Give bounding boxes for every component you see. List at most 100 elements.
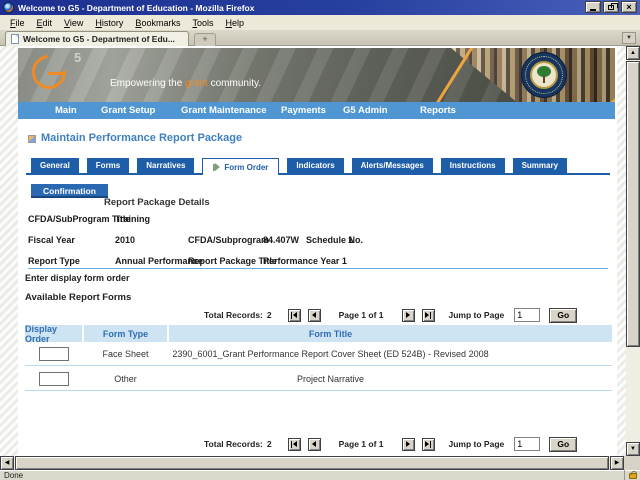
- menu-view[interactable]: View: [58, 17, 89, 29]
- next-page-button[interactable]: [401, 308, 415, 322]
- pagination-bottom: Total Records: 2 Page 1 of 1 Jump to Pag…: [204, 436, 578, 452]
- minimize-button[interactable]: [585, 1, 601, 13]
- nav-g5-admin[interactable]: G5 Admin: [343, 105, 388, 116]
- fiscal-year-label: Fiscal Year: [28, 235, 75, 245]
- browser-viewport: 5 Empowering the grant community. Main G…: [0, 46, 640, 456]
- browser-tab[interactable]: Welcome to G5 - Department of Edu...: [5, 31, 189, 46]
- menu-edit[interactable]: Edit: [31, 17, 59, 29]
- firefox-icon: [3, 2, 14, 13]
- cfda-subprogram-value: 84.407W: [263, 235, 300, 245]
- status-text: Done: [4, 471, 24, 480]
- last-page-button[interactable]: [421, 308, 435, 322]
- nav-grant-setup[interactable]: Grant Setup: [101, 105, 155, 116]
- tab-form-order-label: Form Order: [224, 162, 269, 172]
- tab-confirmation[interactable]: Confirmation: [31, 184, 108, 198]
- display-order-input[interactable]: [38, 347, 69, 361]
- tab-list-dropdown[interactable]: ▼: [622, 32, 636, 44]
- prev-page-button[interactable]: [307, 437, 321, 451]
- go-button[interactable]: Go: [549, 307, 578, 323]
- vertical-scrollbar[interactable]: ▲ ▼: [626, 46, 640, 456]
- close-icon: ×: [626, 2, 632, 12]
- scroll-right-button[interactable]: ▶: [610, 456, 624, 470]
- form-title-cell: 2390_6001_Grant Performance Report Cover…: [172, 349, 489, 359]
- next-page-button[interactable]: [401, 437, 415, 451]
- tab-general[interactable]: General: [31, 158, 79, 173]
- scroll-down-button[interactable]: ▼: [626, 442, 640, 456]
- list-title: Available Report Forms: [25, 292, 132, 303]
- schedule-no-value: 1: [348, 235, 354, 245]
- total-records-value: 2: [266, 310, 272, 320]
- form-title-cell: Project Narrative: [296, 374, 365, 384]
- browser-window: Welcome to G5 - Department of Education …: [0, 0, 640, 480]
- total-records-value: 2: [266, 439, 272, 449]
- nav-payments[interactable]: Payments: [281, 105, 326, 116]
- form-type-cell: Other: [114, 374, 137, 384]
- new-tab-button[interactable]: +: [194, 33, 216, 46]
- jump-to-page-label: Jump to Page: [448, 439, 505, 449]
- page-indicator: Page 1 of 1: [338, 310, 384, 320]
- main-nav: Main Grant Setup Grant Maintenance Payme…: [18, 102, 615, 119]
- window-controls: ×: [585, 1, 637, 13]
- cfda-subprogram-label: CFDA/Subprogram: [188, 235, 269, 245]
- report-type-label: Report Type: [28, 256, 80, 266]
- display-order-input[interactable]: [38, 372, 69, 386]
- tagline-prefix: Empowering the: [110, 78, 183, 89]
- tabs-underline: [26, 173, 610, 175]
- form-type-cell: Face Sheet: [102, 349, 149, 359]
- restore-icon: [608, 3, 618, 10]
- menu-history[interactable]: History: [89, 17, 129, 29]
- jump-to-page-input[interactable]: [514, 437, 541, 451]
- cfda-subprogram-title-value: Training: [115, 214, 151, 224]
- scrollbar-corner: [624, 456, 640, 470]
- menu-bookmarks[interactable]: Bookmarks: [129, 17, 186, 29]
- page-title: Maintain Performance Report Package: [41, 132, 243, 144]
- tab-indicators[interactable]: Indicators: [287, 158, 344, 173]
- col-display-order: Display Order: [25, 324, 82, 344]
- tab-instructions[interactable]: Instructions: [440, 158, 505, 173]
- pagination-top: Total Records: 2 Page 1 of 1 Jump to Pag…: [204, 307, 578, 323]
- browser-tab-title: Welcome to G5 - Department of Edu...: [23, 34, 175, 44]
- tab-form-order[interactable]: Form Order: [202, 158, 280, 175]
- minimize-icon: [590, 9, 596, 11]
- tab-alerts-messages[interactable]: Alerts/Messages: [351, 158, 433, 173]
- menu-help[interactable]: Help: [219, 17, 250, 29]
- vertical-scroll-thumb[interactable]: [626, 61, 640, 347]
- jump-to-page-input[interactable]: [514, 308, 541, 322]
- lock-icon: [628, 471, 637, 479]
- schedule-no-label: Schedule No.: [306, 235, 364, 245]
- package-tabs: General Forms Narratives Form Order Indi…: [31, 158, 568, 175]
- section-title: Report Package Details: [104, 197, 210, 208]
- prev-page-button[interactable]: [307, 308, 321, 322]
- horizontal-scrollbar[interactable]: ◀ ▶: [0, 456, 624, 470]
- first-page-button[interactable]: [287, 308, 301, 322]
- go-button[interactable]: Go: [549, 436, 578, 452]
- table-row: Other Project Narrative: [25, 367, 612, 391]
- last-page-button[interactable]: [421, 437, 435, 451]
- restore-button[interactable]: [603, 1, 619, 13]
- first-page-button[interactable]: [287, 437, 301, 451]
- horizontal-scroll-thumb[interactable]: [15, 456, 609, 470]
- title-bar[interactable]: Welcome to G5 - Department of Education …: [0, 0, 640, 15]
- nav-grant-maintenance[interactable]: Grant Maintenance: [181, 105, 267, 116]
- department-of-education-seal: [521, 52, 567, 98]
- menu-file[interactable]: File: [4, 17, 31, 29]
- nav-reports[interactable]: Reports: [420, 105, 456, 116]
- g5-banner: 5 Empowering the grant community.: [18, 48, 615, 102]
- col-form-title: Form Title: [169, 325, 612, 342]
- tagline-suffix: community.: [210, 78, 262, 89]
- page-title-icon: [28, 135, 36, 143]
- divider: [28, 268, 608, 269]
- nav-main[interactable]: Main: [55, 105, 77, 116]
- seal-tree-icon: [530, 61, 558, 89]
- tab-forms[interactable]: Forms: [86, 158, 130, 173]
- security-pane: [624, 470, 640, 480]
- table-header: Display Order Form Type Form Title: [25, 324, 612, 344]
- menu-tools[interactable]: Tools: [186, 17, 219, 29]
- tab-narratives[interactable]: Narratives: [137, 158, 195, 173]
- scroll-left-button[interactable]: ◀: [0, 456, 14, 470]
- close-button[interactable]: ×: [621, 1, 637, 13]
- tagline: Empowering the grant community.: [110, 78, 261, 89]
- scroll-up-button[interactable]: ▲: [626, 46, 640, 60]
- browser-tab-strip: Welcome to G5 - Department of Edu... + ▼: [0, 30, 640, 46]
- tab-summary[interactable]: Summary: [512, 158, 568, 173]
